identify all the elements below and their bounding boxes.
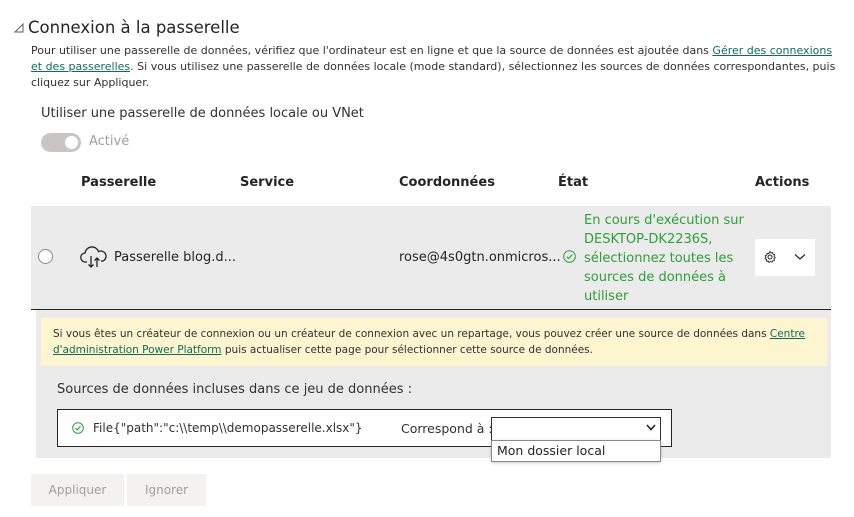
datasource-check-icon: [72, 422, 84, 434]
chevron-down-icon[interactable]: [794, 253, 806, 261]
section-description: Pour utiliser une passerelle de données,…: [31, 44, 836, 89]
gateway-contact: rose@4s0gtn.onmicros...: [399, 250, 561, 265]
select-chevron-icon[interactable]: [646, 424, 656, 431]
maps-to-select[interactable]: [491, 417, 661, 441]
maps-to-label: Correspond à :: [401, 421, 493, 436]
collapse-triangle-icon[interactable]: [14, 22, 24, 33]
cloud-gateway-icon: [80, 246, 107, 268]
gateway-status: En cours d'exécution sur DESKTOP-DK2236S…: [584, 213, 744, 304]
column-header-actions: Actions: [755, 175, 810, 190]
ignore-button[interactable]: Ignorer: [127, 474, 206, 506]
gateway-radio[interactable]: [38, 249, 53, 264]
gateway-name: Passerelle blog.d...: [114, 250, 237, 265]
section-header[interactable]: Connexion à la passerelle: [14, 18, 240, 37]
apply-button[interactable]: Appliquer: [31, 474, 124, 506]
column-header-contact: Coordonnées: [399, 175, 495, 190]
warning-text: Si vous êtes un créateur de connexion ou…: [53, 328, 805, 356]
datasources-label: Sources de données incluses dans ce jeu …: [57, 382, 413, 397]
gear-icon[interactable]: [763, 250, 777, 264]
column-header-status: État: [558, 175, 589, 190]
toggle-state-label: Activé: [89, 134, 130, 149]
datasource-path: File{"path":"c:\\temp\\demopasserelle.xl…: [93, 421, 363, 435]
column-header-gateway: Passerelle: [81, 175, 157, 190]
section-title: Connexion à la passerelle: [28, 18, 240, 37]
status-check-icon: [563, 250, 576, 263]
dropdown-option-local-folder[interactable]: Mon dossier local: [497, 443, 605, 458]
toggle-knob: [65, 136, 78, 149]
gateway-toggle[interactable]: [41, 133, 81, 152]
gateway-toggle-label: Utiliser une passerelle de données local…: [41, 106, 364, 121]
column-header-service: Service: [240, 175, 295, 190]
